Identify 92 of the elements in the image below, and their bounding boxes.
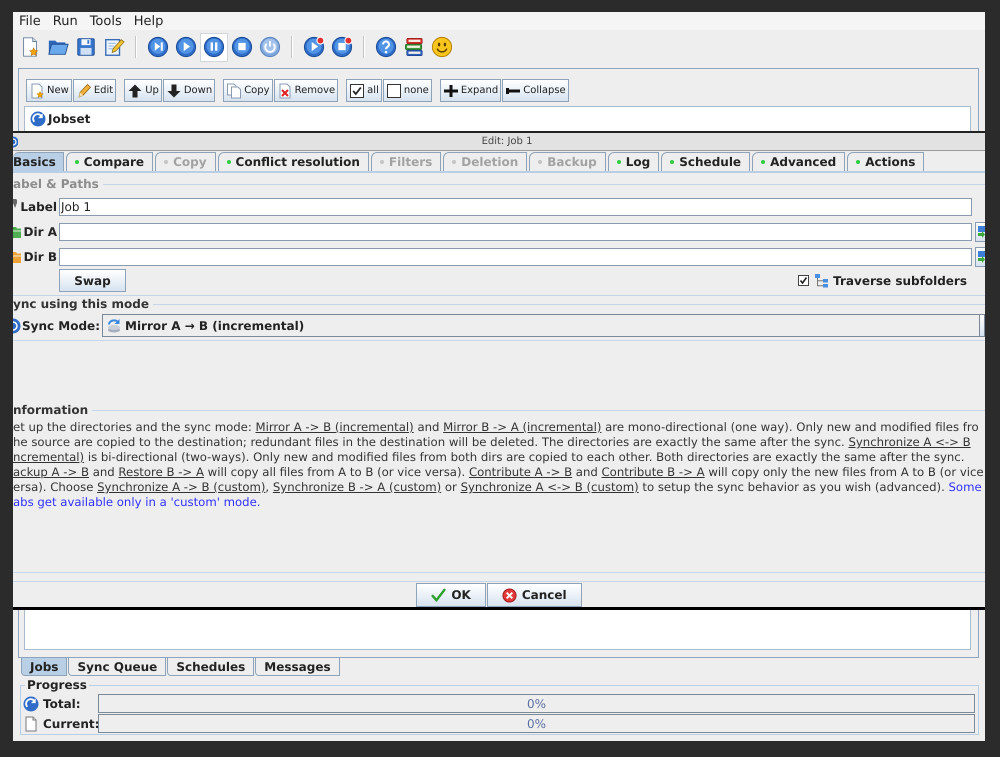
toolbar-button[interactable]: Down bbox=[162, 79, 216, 102]
arrows-icon bbox=[106, 318, 121, 333]
tab[interactable]: Advanced bbox=[752, 152, 846, 171]
menu-item[interactable]: Run bbox=[46, 12, 84, 30]
toolbar-button[interactable]: Expand bbox=[440, 79, 502, 102]
group-heading: Progress bbox=[26, 678, 88, 693]
pause-icon bbox=[203, 36, 225, 58]
power-icon bbox=[259, 36, 281, 58]
arrow-up-icon bbox=[127, 82, 144, 98]
link[interactable]: Synchronize B -> A (custom) bbox=[272, 480, 442, 494]
sync-mode-dropdown[interactable]: Mirror A → B (incremental) bbox=[102, 314, 985, 337]
tree-item[interactable]: Jobset bbox=[48, 111, 90, 127]
play-icon bbox=[175, 36, 197, 58]
link[interactable]: Synchronize A <-> B (custom) bbox=[460, 480, 639, 494]
smiley-icon bbox=[431, 36, 453, 58]
checkbox-icon bbox=[386, 82, 402, 98]
progress-reading: 0% bbox=[526, 718, 546, 730]
progress-label: Total: bbox=[43, 698, 81, 710]
checkbox-checked-icon bbox=[349, 82, 366, 98]
link[interactable]: Restore B -> A bbox=[118, 465, 204, 479]
pencil-icon bbox=[76, 82, 92, 98]
group-heading: abel & Paths bbox=[13, 178, 99, 190]
document-star-icon bbox=[29, 82, 45, 98]
browse-button[interactable] bbox=[975, 222, 985, 242]
tab[interactable]: Schedules bbox=[167, 658, 254, 676]
books-icon bbox=[403, 36, 425, 58]
tab[interactable]: Sync Queue bbox=[68, 658, 166, 676]
info-text: et up the directories and the sync mode: Mirror A -> B (incremental) and Mirror B -> A (incremental) are mono-directional (one way). Only new and modified files fro he source are copied to the destination; redundant files in the destination will be deleted. The directories are exactly the same after the sync. Synchronize A <-> B ncremental) is bi-directional (two-ways). Only new and modified files from both dirs are copied to each other. Both directories are exactly the same after the sync. ackup A -> B and Restore B -> A will copy all files from A to B (or vice versa). Contribute A -> B and Contribute B -> A will copy only the new files from A to B (or vice ersa). Choose Synchronize A -> B (custom), Synchronize B -> A (custom) or Synchronize A <-> B (custom) to setup the sync behavior as you wish (advanced). Some abs get available only in a 'custom' mode. bbox=[13, 420, 984, 510]
document-cross-icon bbox=[276, 82, 293, 98]
document-pencil-icon bbox=[103, 36, 125, 58]
tab[interactable]: Jobs bbox=[21, 658, 68, 676]
link[interactable]: Mirror B -> A (incremental) bbox=[443, 420, 602, 434]
arrow-icon bbox=[978, 225, 985, 239]
stop-icon bbox=[231, 36, 253, 58]
menu-item[interactable]: Help bbox=[128, 12, 170, 30]
field-label: Sync Mode: bbox=[22, 320, 100, 332]
link[interactable]: ncremental) bbox=[13, 450, 84, 464]
link[interactable]: Mirror A -> B (incremental) bbox=[256, 420, 414, 434]
pencil-icon bbox=[13, 199, 17, 208]
link[interactable]: Contribute A -> B bbox=[468, 465, 572, 479]
toolbar-button[interactable]: Up bbox=[124, 79, 162, 102]
swap-button[interactable]: Swap bbox=[59, 269, 126, 292]
tab[interactable]: Log bbox=[608, 152, 660, 171]
directory-field[interactable] bbox=[59, 248, 972, 266]
tab[interactable]: Schedule bbox=[661, 152, 750, 171]
menu-item[interactable]: Tools bbox=[84, 12, 128, 30]
toolbar-button[interactable]: Collapse bbox=[502, 79, 569, 102]
help-icon bbox=[375, 36, 397, 58]
progress-reading: 0% bbox=[526, 698, 546, 710]
field-label: Label bbox=[20, 201, 57, 213]
documents-icon bbox=[226, 82, 242, 98]
group-heading: ync using this mode bbox=[13, 298, 149, 310]
browse-button[interactable] bbox=[975, 247, 985, 267]
window-title: Edit: Job 1 bbox=[482, 136, 532, 146]
toolbar-button[interactable]: Remove bbox=[274, 79, 338, 102]
group-heading: nformation bbox=[13, 404, 88, 416]
menu-item[interactable]: File bbox=[13, 12, 47, 30]
tab[interactable]: Conflict resolution bbox=[218, 152, 369, 171]
toolbar-button[interactable]: none bbox=[382, 79, 432, 102]
circle-icon bbox=[13, 318, 21, 334]
directory-field[interactable] bbox=[59, 223, 972, 241]
link[interactable]: ackup A -> B bbox=[13, 465, 89, 479]
play-badge-icon bbox=[303, 36, 325, 58]
tab[interactable]: Basics bbox=[13, 152, 64, 171]
field-label: Dir B bbox=[24, 251, 57, 263]
cancel-icon bbox=[502, 588, 517, 602]
toolbar-button[interactable]: Edit bbox=[72, 79, 116, 102]
circle-icon bbox=[13, 136, 18, 148]
document-icon bbox=[23, 716, 39, 732]
progress-label: Current: bbox=[43, 718, 100, 730]
skip-icon bbox=[147, 36, 169, 58]
link[interactable]: Synchronize A <-> B bbox=[848, 435, 971, 449]
toolbar-button[interactable]: Copy bbox=[223, 79, 273, 102]
stop-badge-icon bbox=[331, 36, 353, 58]
tree-icon bbox=[814, 273, 830, 288]
toolbar-button[interactable]: New bbox=[26, 79, 72, 102]
tab[interactable]: Compare bbox=[66, 152, 154, 171]
link[interactable]: Synchronize A -> B (custom) bbox=[97, 480, 266, 494]
toolbar-button[interactable]: all bbox=[346, 79, 382, 102]
checkmark-icon bbox=[431, 588, 446, 602]
cancel-button[interactable]: Cancel bbox=[486, 583, 582, 607]
plus-icon bbox=[442, 82, 459, 98]
checkbox-label: Traverse subfolders bbox=[833, 274, 967, 286]
link[interactable]: Contribute B -> A bbox=[602, 465, 705, 479]
arrow-down-icon bbox=[166, 82, 182, 98]
ok-button[interactable]: OK bbox=[416, 583, 486, 607]
toolbar-button[interactable] bbox=[200, 32, 228, 62]
tab[interactable]: Messages bbox=[255, 658, 340, 676]
arrow-icon bbox=[978, 250, 985, 264]
field-label: Dir A bbox=[24, 226, 57, 238]
checkbox[interactable] bbox=[798, 275, 810, 286]
tab[interactable]: Actions bbox=[847, 152, 924, 171]
